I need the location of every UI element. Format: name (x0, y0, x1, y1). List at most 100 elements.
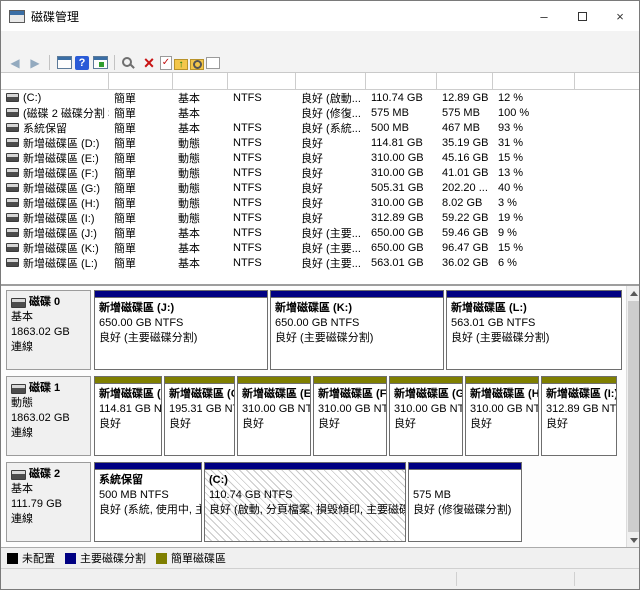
scroll-up-arrow-icon[interactable] (627, 286, 640, 300)
column-header[interactable] (228, 73, 296, 89)
partition-box[interactable]: 新增磁碟區 (G:) 195.31 GB NTFS 良好 (164, 376, 235, 456)
check-document-icon[interactable] (160, 56, 172, 70)
volume-name-cell: 新增磁碟區 (D:) (1, 135, 109, 151)
table-row[interactable]: 新增磁碟區 (D:) 簡單 動態 NTFS 良好 114.81 GB 35.19… (1, 135, 639, 150)
capacity-cell: 114.81 GB (366, 137, 437, 149)
partition-box[interactable]: 新增磁碟區 (I:) 312.89 GB NTFS 良好 (541, 376, 617, 456)
column-header[interactable] (296, 73, 366, 89)
minimize-button[interactable]: – (525, 1, 563, 31)
scrollbar-thumb[interactable] (628, 301, 639, 532)
table-row[interactable]: 新增磁碟區 (K:) 簡單 基本 NTFS 良好 (主要... 650.00 G… (1, 240, 639, 255)
table-row[interactable]: 新增磁碟區 (L:) 簡單 基本 NTFS 良好 (主要... 563.01 G… (1, 255, 639, 270)
pointer-icon[interactable] (120, 54, 138, 71)
partition-box[interactable]: (C:) 110.74 GB NTFS 良好 (啟動, 分頁檔案, 損毀傾印, … (204, 462, 406, 542)
column-header[interactable] (366, 73, 437, 89)
column-header[interactable] (109, 73, 173, 89)
layout-cell: 簡單 (109, 105, 173, 121)
disk-label-box[interactable]: 磁碟 2 基本 111.79 GB 連線 (6, 462, 91, 542)
partition-name: 新增磁碟區 (I:) (546, 387, 612, 402)
partition-box[interactable]: 新增磁碟區 (G:) 310.00 GB NTFS 良好 (389, 376, 463, 456)
table-row[interactable]: 新增磁碟區 (I:) 簡單 動態 NTFS 良好 312.89 GB 59.22… (1, 210, 639, 225)
layout-cell: 簡單 (109, 90, 173, 106)
partition-box[interactable]: 新增磁碟區 (L:) 563.01 GB NTFS 良好 (主要磁碟分割) (446, 290, 622, 370)
volume-list-rows: (C:) 簡單 基本 NTFS 良好 (啟動... 110.74 GB 12.8… (1, 90, 639, 270)
legend-item: 簡單磁碟區 (156, 550, 226, 566)
partition-size: 310.00 GB NTFS (394, 402, 458, 417)
column-header[interactable] (173, 73, 228, 89)
partition-box[interactable]: 575 MB 良好 (修復磁碟分割) (408, 462, 522, 542)
partition-color-strip (165, 377, 234, 384)
filesystem-cell: NTFS (228, 212, 296, 224)
partition-box[interactable]: 系統保留 500 MB NTFS 良好 (系統, 使用中, 主要磁碟分割) (94, 462, 202, 542)
table-row[interactable]: 新增磁碟區 (G:) 簡單 動態 NTFS 良好 505.31 GB 202.2… (1, 180, 639, 195)
partition-name: 新增磁碟區 (K:) (275, 301, 439, 316)
menu-item[interactable] (21, 40, 35, 44)
forward-icon[interactable] (26, 54, 44, 71)
help-icon[interactable] (75, 56, 89, 70)
type-cell: 動態 (173, 135, 228, 151)
type-cell: 基本 (173, 225, 228, 241)
partition-box[interactable]: 新增磁碟區 (K:) 650.00 GB NTFS 良好 (主要磁碟分割) (270, 290, 444, 370)
table-row[interactable]: 新增磁碟區 (F:) 簡單 動態 NTFS 良好 310.00 GB 41.01… (1, 165, 639, 180)
partition-box[interactable]: 新增磁碟區 (J:) 650.00 GB NTFS 良好 (主要磁碟分割) (94, 290, 268, 370)
folder-search-icon[interactable] (190, 59, 204, 70)
vertical-scrollbar[interactable] (626, 286, 639, 547)
disk-label-box[interactable]: 磁碟 0 基本 1863.02 GB 連線 (6, 290, 91, 370)
status-cell: 良好 (主要... (296, 240, 366, 256)
toolbar (1, 53, 639, 73)
filesystem-cell: NTFS (228, 257, 296, 269)
table-row[interactable]: 系統保留 簡單 基本 NTFS 良好 (系統... 500 MB 467 MB … (1, 120, 639, 135)
partition-color-strip (271, 291, 443, 298)
table-row[interactable]: 新增磁碟區 (J:) 簡單 基本 NTFS 良好 (主要... 650.00 G… (1, 225, 639, 240)
partition-status: 良好 (啟動, 分頁檔案, 損毀傾印, 主要磁碟分割) (209, 503, 401, 518)
partition-box[interactable]: 新增磁碟區 (D:) 114.81 GB NTFS 良好 (94, 376, 162, 456)
back-icon[interactable] (6, 54, 24, 71)
menu-item[interactable] (7, 40, 21, 44)
free-percent-cell: 93 % (493, 122, 575, 134)
partition-status: 良好 (99, 417, 157, 432)
partition-size: 195.31 GB NTFS (169, 402, 230, 417)
free-percent-cell: 12 % (493, 92, 575, 104)
table-row[interactable]: (C:) 簡單 基本 NTFS 良好 (啟動... 110.74 GB 12.8… (1, 90, 639, 105)
partition-box[interactable]: 新增磁碟區 (E:) 310.00 GB NTFS 良好 (237, 376, 311, 456)
partition-status: 良好 (169, 417, 230, 432)
volume-list-header (1, 73, 639, 90)
delete-icon[interactable] (140, 54, 158, 71)
layout-cell: 簡單 (109, 180, 173, 196)
scroll-down-arrow-icon[interactable] (627, 533, 640, 547)
free-space-cell: 8.02 GB (437, 197, 493, 209)
type-cell: 動態 (173, 180, 228, 196)
partition-box[interactable]: 新增磁碟區 (F:) 310.00 GB NTFS 良好 (313, 376, 387, 456)
status-cell: 良好 (296, 150, 366, 166)
filesystem-cell: NTFS (228, 197, 296, 209)
disk-partitions: 新增磁碟區 (J:) 650.00 GB NTFS 良好 (主要磁碟分割) 新增… (94, 290, 626, 370)
column-header[interactable] (437, 73, 493, 89)
partition-status: 良好 (修復磁碟分割) (413, 503, 517, 518)
status-cell: 良好 (296, 210, 366, 226)
folder-up-icon[interactable] (174, 59, 188, 70)
column-header[interactable] (1, 73, 109, 89)
table-row[interactable]: (磁碟 2 磁碟分割 3) 簡單 基本 良好 (修復... 575 MB 575… (1, 105, 639, 120)
disk-icon (11, 384, 26, 394)
table-row[interactable]: 新增磁碟區 (E:) 簡單 動態 NTFS 良好 310.00 GB 45.16… (1, 150, 639, 165)
volume-icon (6, 93, 19, 102)
menu-item[interactable] (49, 40, 63, 44)
close-button[interactable]: × (601, 1, 639, 31)
filesystem-cell: NTFS (228, 227, 296, 239)
status-cell: 良好 (主要... (296, 255, 366, 271)
filesystem-cell: NTFS (228, 92, 296, 104)
maximize-button[interactable] (563, 1, 601, 31)
properties-icon[interactable] (206, 57, 220, 69)
table-row[interactable]: 新增磁碟區 (H:) 簡單 動態 NTFS 良好 310.00 GB 8.02 … (1, 195, 639, 210)
type-cell: 基本 (173, 120, 228, 136)
column-header[interactable] (493, 73, 575, 89)
free-percent-cell: 100 % (493, 107, 575, 119)
menu-item[interactable] (35, 40, 49, 44)
column-header[interactable] (575, 73, 639, 89)
partition-status: 良好 (470, 417, 534, 432)
legend-swatch (7, 553, 18, 564)
console-window-icon[interactable] (55, 54, 73, 71)
disk-label-box[interactable]: 磁碟 1 動態 1863.02 GB 連線 (6, 376, 91, 456)
partition-box[interactable]: 新增磁碟區 (H:) 310.00 GB NTFS 良好 (465, 376, 539, 456)
console-window-play-icon[interactable] (91, 54, 109, 71)
